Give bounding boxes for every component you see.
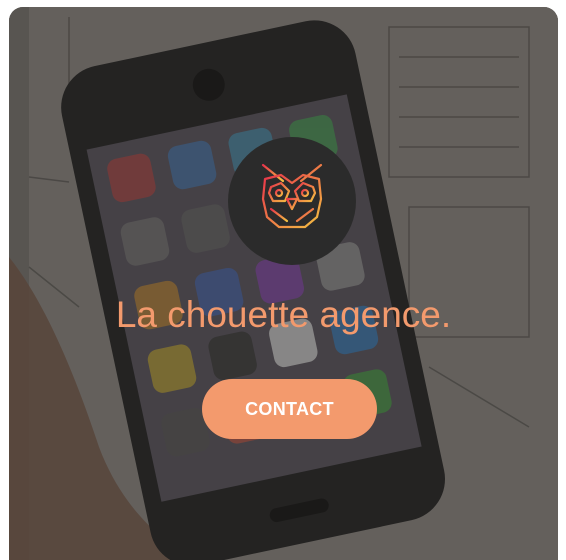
page-title: La chouette agence. (115, 294, 452, 335)
hero-card: La chouette agence. CONTACT (9, 7, 558, 560)
owl-icon (261, 163, 323, 237)
contact-button[interactable]: CONTACT (202, 379, 377, 439)
dark-overlay (9, 7, 558, 560)
logo-badge (228, 137, 356, 265)
